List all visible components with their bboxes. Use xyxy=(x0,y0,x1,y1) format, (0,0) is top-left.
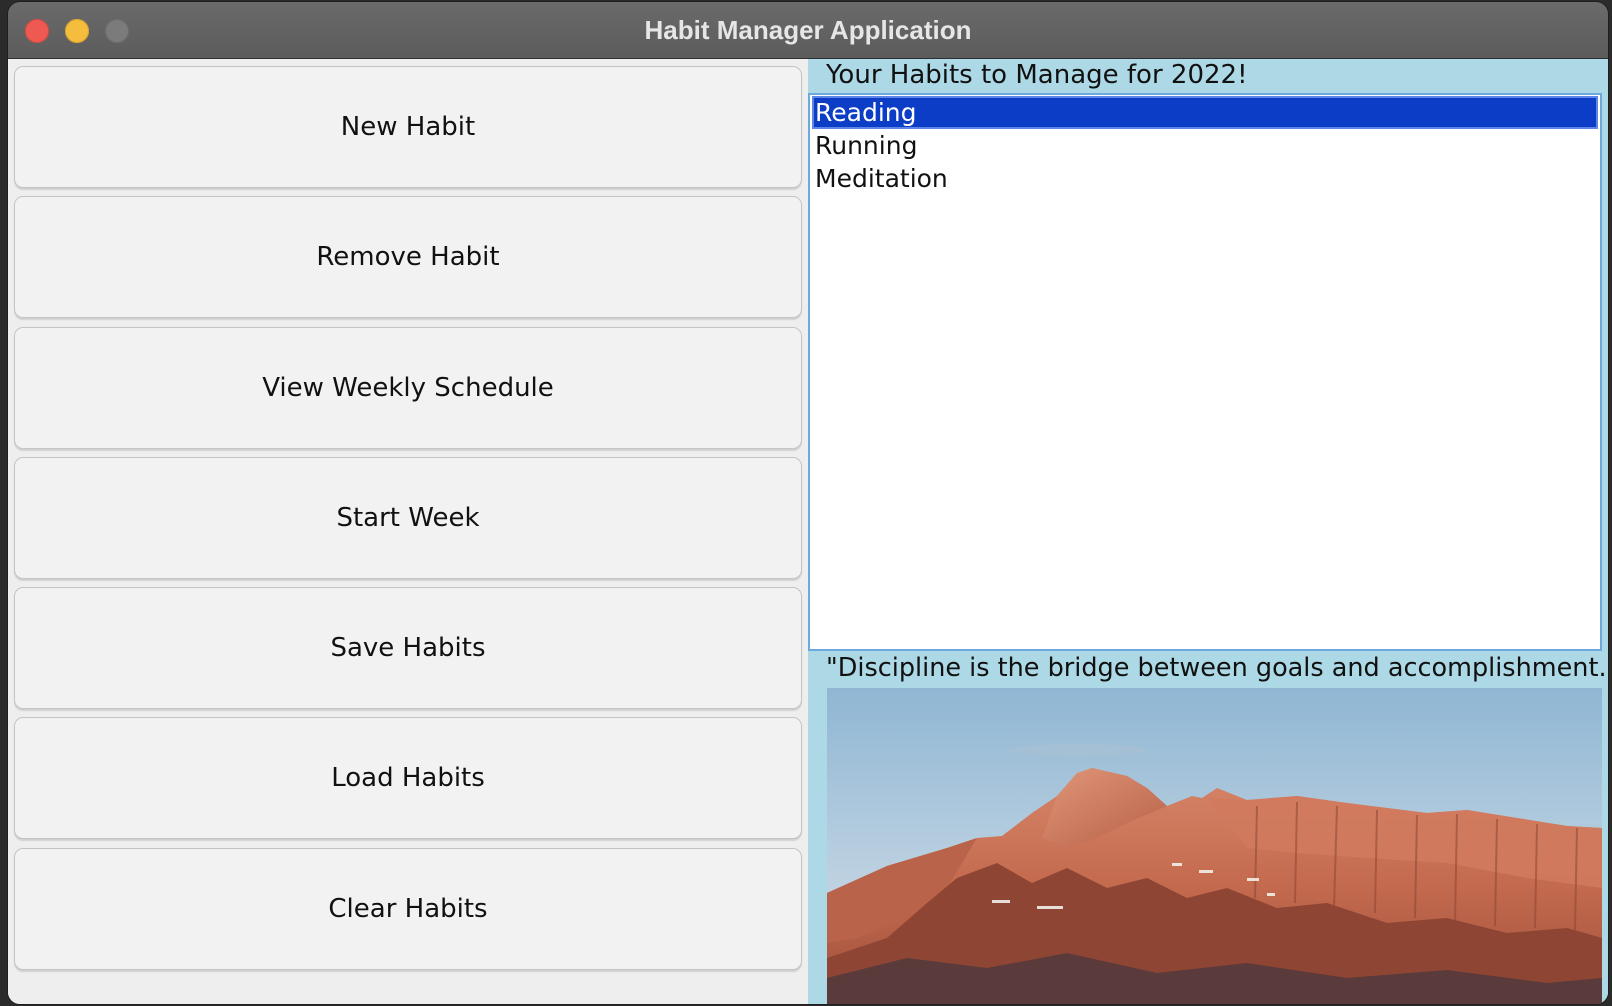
habit-list-item-reading[interactable]: Reading xyxy=(812,96,1598,129)
save-habits-button[interactable]: Save Habits xyxy=(14,587,802,709)
load-habits-button[interactable]: Load Habits xyxy=(14,717,802,839)
mountain-landscape-picture xyxy=(827,688,1602,1004)
start-week-button[interactable]: Start Week xyxy=(14,457,802,579)
motivational-quote: "Discipline is the bridge between goals … xyxy=(826,653,1608,683)
mountain-image xyxy=(827,688,1602,1004)
app-window: Habit Manager Application New Habit Remo… xyxy=(8,2,1608,1004)
habits-list-title: Your Habits to Manage for 2022! xyxy=(826,60,1248,90)
clear-habits-button[interactable]: Clear Habits xyxy=(14,848,802,970)
action-button-panel: New Habit Remove Habit View Weekly Sched… xyxy=(8,59,808,1004)
habit-list-item-meditation[interactable]: Meditation xyxy=(812,162,1598,195)
habits-list[interactable]: Reading Running Meditation xyxy=(808,93,1602,651)
new-habit-button[interactable]: New Habit xyxy=(14,66,802,188)
main-content: New Habit Remove Habit View Weekly Sched… xyxy=(8,59,1608,1004)
habit-list-item-running[interactable]: Running xyxy=(812,129,1598,162)
remove-habit-button[interactable]: Remove Habit xyxy=(14,196,802,318)
habits-panel: Your Habits to Manage for 2022! Reading … xyxy=(808,59,1608,1004)
title-bar[interactable]: Habit Manager Application xyxy=(8,2,1608,59)
window-title: Habit Manager Application xyxy=(644,15,972,45)
view-weekly-schedule-button[interactable]: View Weekly Schedule xyxy=(14,327,802,449)
